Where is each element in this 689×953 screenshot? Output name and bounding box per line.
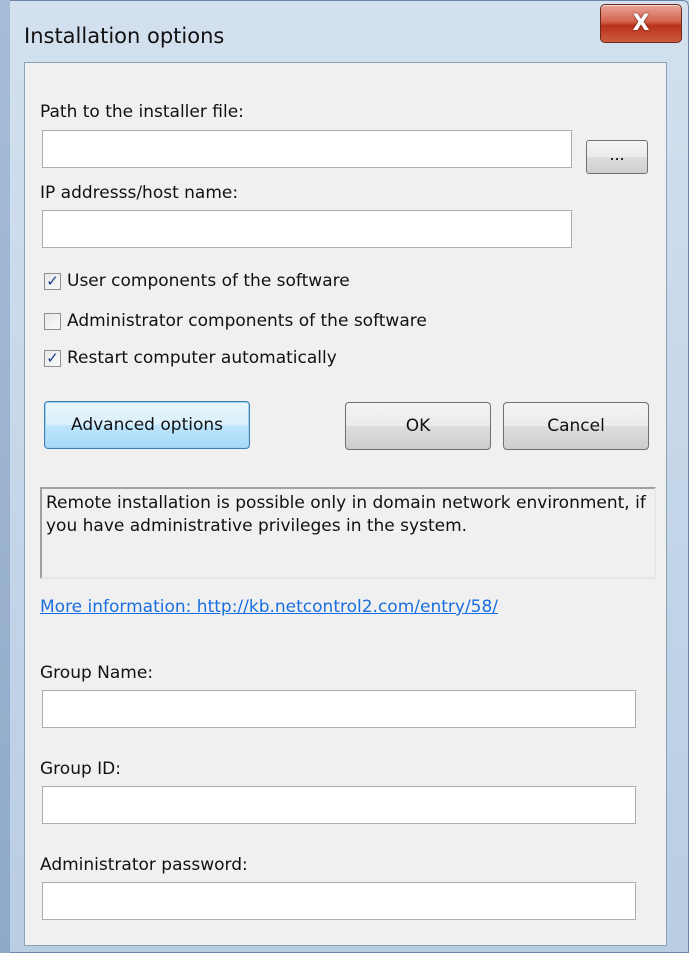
more-info-link[interactable]: More information: http://kb.netcontrol2.… bbox=[40, 597, 498, 617]
checkbox-label: Administrator components of the software bbox=[67, 311, 427, 331]
advanced-options-button[interactable]: Advanced options bbox=[44, 401, 250, 449]
checkbox-user-components[interactable]: ✓ User components of the software bbox=[44, 271, 350, 291]
installer-path-label: Path to the installer file: bbox=[40, 102, 244, 122]
checkbox-label: User components of the software bbox=[67, 271, 350, 291]
admin-password-label: Administrator password: bbox=[40, 855, 248, 875]
close-button[interactable]: X bbox=[600, 4, 682, 43]
checkbox-admin-components[interactable]: Administrator components of the software bbox=[44, 311, 427, 331]
host-label: IP addresss/host name: bbox=[40, 183, 239, 203]
cancel-button[interactable]: Cancel bbox=[503, 402, 649, 450]
checkbox-restart[interactable]: ✓ Restart computer automatically bbox=[44, 348, 337, 368]
group-id-label: Group ID: bbox=[40, 759, 121, 779]
window-title: Installation options bbox=[24, 24, 225, 48]
close-icon: X bbox=[632, 11, 650, 36]
ok-button[interactable]: OK bbox=[345, 402, 491, 450]
group-id-input[interactable] bbox=[42, 786, 636, 824]
host-input[interactable] bbox=[42, 210, 572, 248]
installer-path-input[interactable] bbox=[42, 130, 572, 168]
group-name-label: Group Name: bbox=[40, 663, 154, 683]
browse-button[interactable]: ... bbox=[586, 140, 648, 174]
checkbox-label: Restart computer automatically bbox=[67, 348, 337, 368]
admin-password-input[interactable] bbox=[42, 882, 636, 920]
dialog-window: Installation options X Path to the insta… bbox=[0, 0, 689, 953]
checkbox-unchecked-icon[interactable] bbox=[44, 312, 61, 330]
info-notice: Remote installation is possible only in … bbox=[40, 487, 656, 579]
group-name-input[interactable] bbox=[42, 690, 636, 728]
window-frame-edge bbox=[0, 0, 10, 953]
checkbox-checked-icon[interactable]: ✓ bbox=[44, 272, 61, 290]
checkbox-checked-icon[interactable]: ✓ bbox=[44, 349, 61, 367]
